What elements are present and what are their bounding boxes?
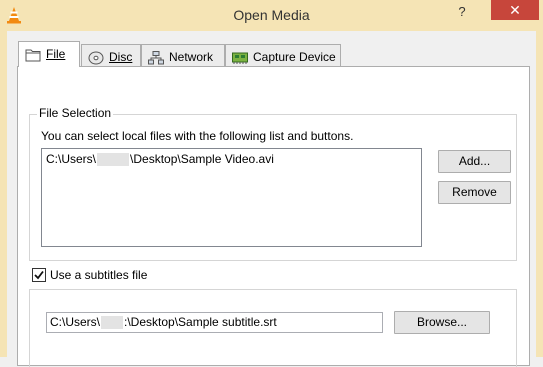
redacted-username (97, 153, 130, 167)
subtitles-group: C:\Users\ :\Desktop\Sample subtitle.srt B… (29, 289, 517, 367)
file-path-suffix: \Desktop\Sample Video.avi (130, 152, 274, 166)
tab-disc-label: Disc (109, 49, 133, 64)
file-list[interactable]: C:\Users\ \Desktop\Sample Video.avi (41, 148, 422, 247)
close-icon: ✕ (509, 2, 521, 18)
remove-button[interactable]: Remove (438, 181, 511, 204)
subtitles-checkbox[interactable] (32, 267, 46, 282)
tab-capture-device[interactable]: Capture Device (225, 44, 341, 66)
help-button[interactable]: ? (452, 3, 472, 21)
subtitle-path-field[interactable]: C:\Users\ :\Desktop\Sample subtitle.srt (46, 312, 383, 333)
dialog-body: File Disc Network Capture Device File Se… (7, 31, 536, 367)
file-path-prefix: C:\Users\ (46, 152, 97, 166)
file-selection-legend: File Selection (37, 106, 114, 120)
network-icon (148, 50, 164, 65)
tab-capture-device-label: Capture Device (253, 49, 336, 64)
close-button[interactable]: ✕ (491, 0, 539, 20)
window-frame-left (0, 31, 7, 357)
list-item[interactable]: C:\Users\ \Desktop\Sample Video.avi (46, 152, 274, 167)
subtitle-path-prefix: C:\Users\ (50, 315, 101, 329)
checkmark-icon (34, 270, 44, 280)
file-tab-panel: File Selection You can select local file… (17, 66, 530, 367)
file-selection-group: File Selection You can select local file… (29, 106, 517, 261)
capture-card-icon (232, 50, 248, 64)
tab-file[interactable]: File (18, 41, 80, 67)
add-button[interactable]: Add... (438, 150, 511, 173)
tab-network[interactable]: Network (141, 44, 225, 66)
tab-disc[interactable]: Disc (81, 44, 141, 66)
subtitles-checkbox-label: Use a subtitles file (50, 267, 148, 282)
disc-icon (88, 50, 104, 65)
file-selection-hint: You can select local files with the foll… (41, 129, 354, 143)
subtitles-checkbox-row[interactable]: Use a subtitles file (32, 267, 147, 282)
folder-icon (25, 47, 41, 62)
tab-file-label: File (46, 46, 66, 61)
window-frame-right (536, 31, 543, 357)
browse-button[interactable]: Browse... (394, 311, 490, 334)
tab-network-label: Network (169, 49, 214, 64)
redacted-username (101, 316, 124, 330)
subtitle-path-suffix: :\Desktop\Sample subtitle.srt (124, 315, 277, 329)
title-bar: Open Media ? ✕ (0, 0, 543, 31)
